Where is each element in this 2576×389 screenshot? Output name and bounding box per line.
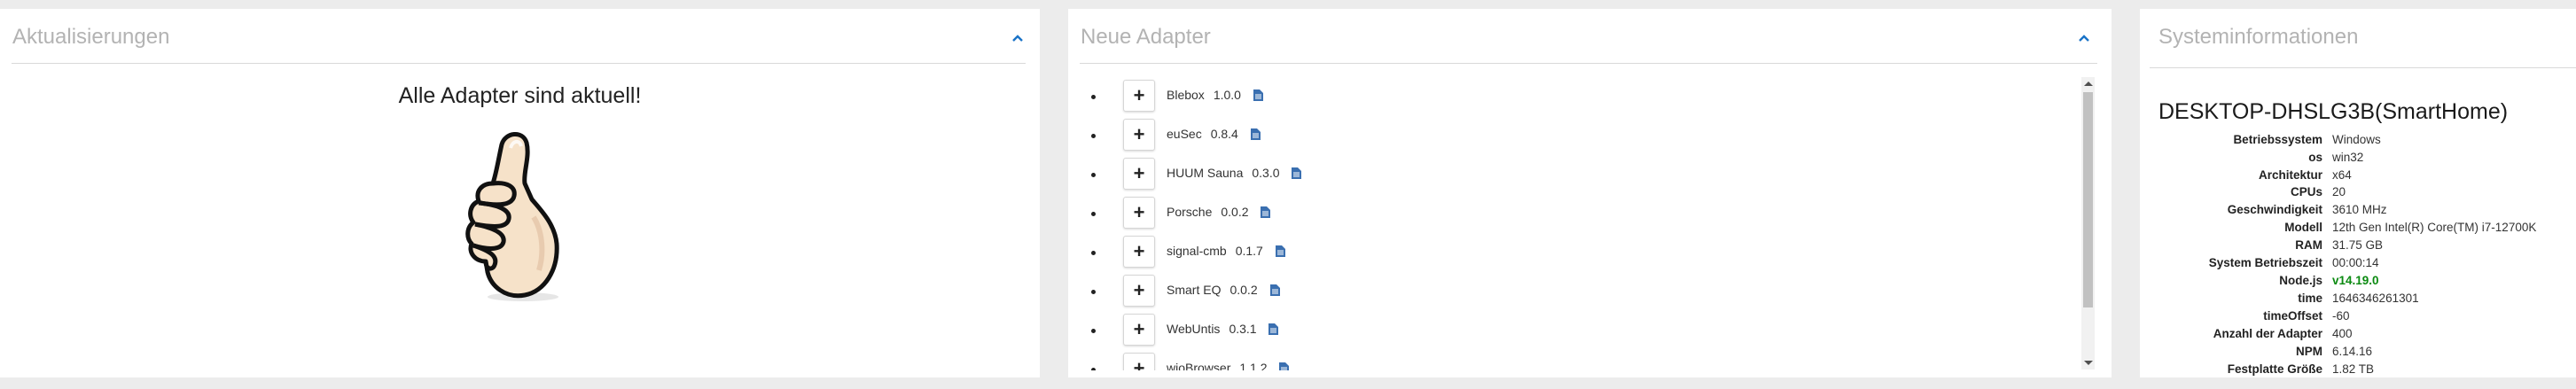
- adapter-version: 0.1.7: [1235, 244, 1263, 258]
- info-value: -60: [2332, 309, 2350, 323]
- new-adapters-divider: [1080, 63, 2097, 64]
- document-icon[interactable]: [1275, 245, 1285, 257]
- adapter-version: 1.0.0: [1213, 88, 1241, 102]
- document-icon[interactable]: [1261, 206, 1271, 218]
- info-key: Festplatte Größe: [2227, 362, 2322, 376]
- all-up-to-date-message: Alle Adapter sind aktuell!: [398, 83, 642, 108]
- add-adapter-button[interactable]: +: [1123, 275, 1155, 307]
- adapter-version: 0.0.2: [1221, 205, 1249, 219]
- adapter-version: 0.0.2: [1229, 283, 1258, 297]
- info-row: time 1646346261301: [2140, 292, 2576, 308]
- info-key: Betriebssystem: [2233, 133, 2322, 146]
- document-icon[interactable]: [1269, 284, 1280, 296]
- adapter-name: HUUM Sauna: [1167, 166, 1244, 180]
- info-value: 1.82 TB: [2332, 362, 2375, 376]
- adapter-name: Blebox: [1167, 88, 1205, 102]
- info-value: x64: [2332, 168, 2352, 182]
- page-bottom-gap: [2140, 377, 2576, 389]
- info-key: Geschwindigkeit: [2227, 203, 2322, 216]
- adapter-name: euSec: [1167, 127, 1202, 141]
- info-row: Geschwindigkeit 3610 MHz: [2140, 203, 2576, 220]
- node-version-value: v14.19.0: [2332, 274, 2379, 287]
- info-row: Modell 12th Gen Intel(R) Core(TM) i7-1270…: [2140, 221, 2576, 237]
- system-info-divider: [2150, 67, 2576, 68]
- page-bottom-gap: [1068, 377, 2112, 389]
- adapters-scrollbar[interactable]: [2081, 77, 2095, 370]
- info-value: 6.14.16: [2332, 345, 2373, 358]
- new-adapters-panel: Neue Adapter + Blebox 1.0.0 + euSec 0.8.4 …: [1068, 9, 2112, 385]
- info-key: timeOffset: [2263, 309, 2322, 323]
- adapter-version: 0.3.1: [1229, 322, 1257, 336]
- hostname: DESKTOP-DHSLG3B(SmartHome): [2158, 99, 2509, 124]
- adapter-version: 0.8.4: [1210, 127, 1238, 141]
- chevron-up-icon: [2079, 35, 2089, 42]
- system-info-title: Systeminformationen: [2158, 25, 2359, 49]
- scrollbar-thumb[interactable]: [2083, 92, 2093, 307]
- info-value: 12th Gen Intel(R) Core(TM) i7-12700K: [2332, 221, 2537, 234]
- new-adapters-title: Neue Adapter: [1081, 25, 1211, 49]
- add-adapter-button[interactable]: +: [1123, 119, 1155, 151]
- info-value: 00:00:14: [2332, 256, 2379, 269]
- updates-collapse-button[interactable]: [1008, 28, 1027, 48]
- chevron-up-icon: [1012, 35, 1023, 42]
- info-row: Architektur x64: [2140, 168, 2576, 185]
- info-key: os: [2308, 151, 2322, 164]
- info-value: 20: [2332, 185, 2346, 198]
- list-clip: [1068, 370, 2112, 377]
- info-row: RAM 31.75 GB: [2140, 238, 2576, 255]
- info-key: time: [2298, 292, 2322, 305]
- info-row: NPM 6.14.16: [2140, 345, 2576, 362]
- bullet: [1091, 134, 1096, 138]
- new-adapters-collapse-button[interactable]: [2074, 28, 2094, 48]
- info-value: 1646346261301: [2332, 292, 2419, 305]
- info-value: win32: [2332, 151, 2364, 164]
- info-value: 31.75 GB: [2332, 238, 2384, 252]
- info-row: timeOffset -60: [2140, 309, 2576, 326]
- adapter-version: 0.3.0: [1252, 166, 1280, 180]
- document-icon[interactable]: [1253, 89, 1263, 101]
- info-row: os win32: [2140, 151, 2576, 167]
- info-key: RAM: [2295, 238, 2322, 252]
- updates-title: Aktualisierungen: [12, 25, 170, 49]
- add-adapter-button[interactable]: +: [1123, 158, 1155, 190]
- bullet: [1091, 212, 1096, 216]
- info-row: Betriebssystem Windows: [2140, 133, 2576, 150]
- add-adapter-button[interactable]: +: [1123, 236, 1155, 268]
- document-icon[interactable]: [1292, 167, 1302, 179]
- info-row: Anzahl der Adapter 400: [2140, 327, 2576, 344]
- info-row: Node.js v14.19.0: [2140, 274, 2576, 291]
- scroll-up-arrow-icon[interactable]: [2084, 82, 2093, 86]
- scroll-down-arrow-icon[interactable]: [2084, 361, 2093, 365]
- add-adapter-button[interactable]: +: [1123, 197, 1155, 229]
- info-key: NPM: [2296, 345, 2322, 358]
- adapter-name: Smart EQ: [1167, 283, 1222, 297]
- info-key: Modell: [2284, 221, 2322, 234]
- updates-divider: [12, 63, 1026, 64]
- adapter-name: Porsche: [1167, 205, 1213, 219]
- bullet: [1091, 251, 1096, 255]
- info-value: 400: [2332, 327, 2353, 340]
- document-icon[interactable]: [1250, 128, 1261, 140]
- info-key: System Betriebszeit: [2208, 256, 2322, 269]
- info-row: CPUs 20: [2140, 185, 2576, 202]
- thumbs-up-icon: [465, 132, 559, 301]
- info-key: Anzahl der Adapter: [2213, 327, 2322, 340]
- add-adapter-button[interactable]: +: [1123, 80, 1155, 112]
- bullet: [1091, 173, 1096, 177]
- adapter-name: signal-cmb: [1167, 244, 1227, 258]
- info-row: System Betriebszeit 00:00:14: [2140, 256, 2576, 273]
- adapter-name: WebUntis: [1167, 322, 1221, 336]
- info-key: CPUs: [2290, 185, 2322, 198]
- add-adapter-button[interactable]: +: [1123, 314, 1155, 346]
- info-key: Architektur: [2258, 168, 2322, 182]
- info-value: Windows: [2332, 133, 2381, 146]
- bullet: [1091, 95, 1096, 99]
- bullet: [1091, 290, 1096, 294]
- info-value: 3610 MHz: [2332, 203, 2387, 216]
- bullet: [1091, 329, 1096, 333]
- info-key: Node.js: [2279, 274, 2322, 287]
- document-icon[interactable]: [1268, 323, 1279, 335]
